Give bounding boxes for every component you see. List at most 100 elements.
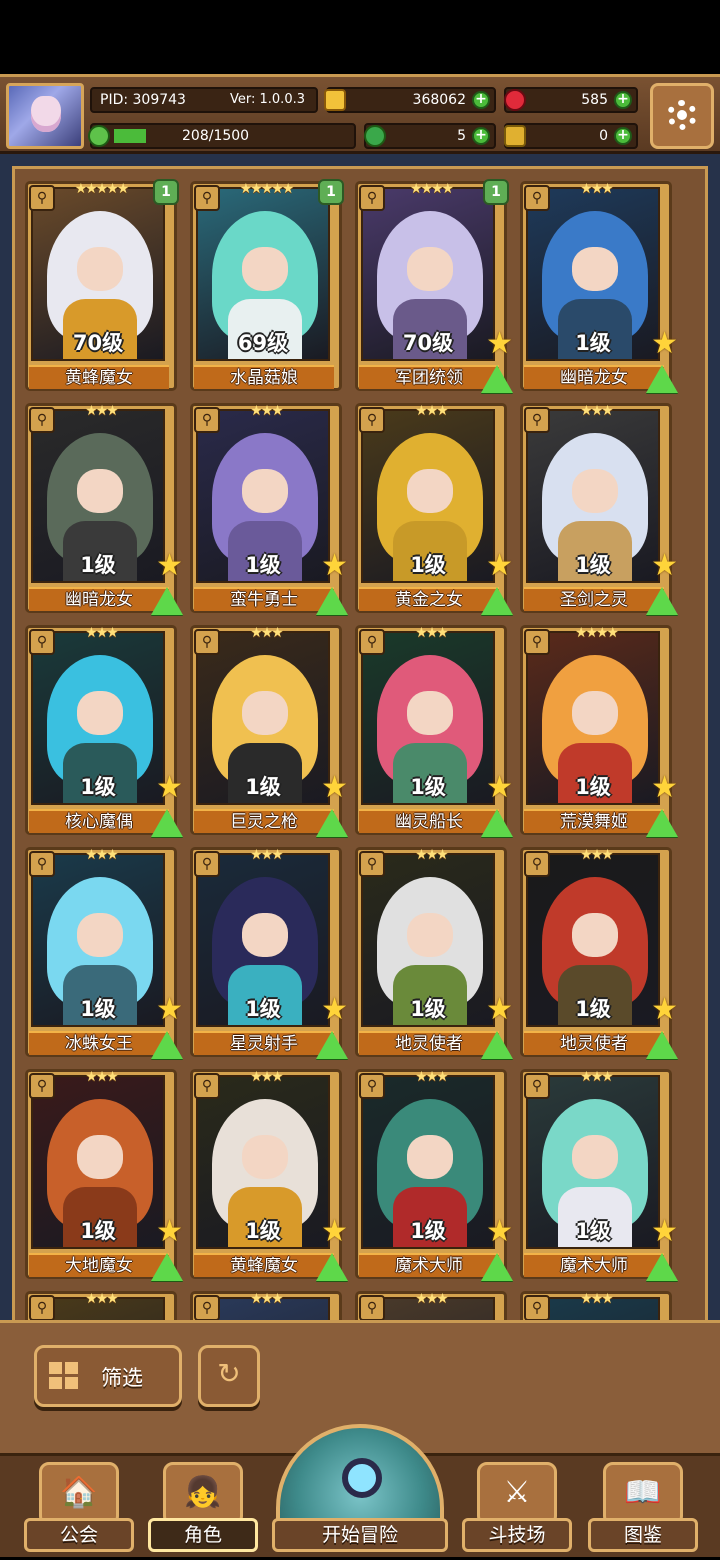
character-level: 1级 <box>245 1219 281 1243</box>
filter-button[interactable]: 筛选 <box>34 1345 182 1407</box>
rarity-stars: ★★★ <box>250 1291 284 1307</box>
character-card[interactable]: ⚲ ★★★ 1级 黄蜂魔女 ★ <box>190 1069 348 1281</box>
star-upgrade-icon: ★ <box>156 1214 183 1249</box>
rarity-stars: ★★★ <box>415 1291 449 1307</box>
portrait-face <box>242 469 288 513</box>
character-card[interactable]: ⚲ ★★★ <box>190 1291 342 1320</box>
upgrade-arrow-icon <box>151 1253 183 1281</box>
portrait-face <box>572 1135 618 1179</box>
character-card[interactable]: ⚲ ★★★ <box>355 1291 507 1320</box>
character-level: 1级 <box>245 997 281 1021</box>
character-card[interactable]: ⚲ ★★★ 1级 幽灵船长 ★ <box>355 625 513 837</box>
nav-codex-label: 图鉴 <box>588 1518 698 1552</box>
settings-button[interactable] <box>650 83 714 149</box>
upgrade-arrow-icon <box>316 1253 348 1281</box>
add-clover-button[interactable]: + <box>472 127 490 145</box>
nav-character[interactable]: 👧 角色 <box>148 1456 258 1560</box>
character-name: 星灵射手 <box>194 1031 334 1055</box>
character-card[interactable]: ⚲ ★★★ 1级 巨灵之枪 ★ <box>190 625 348 837</box>
character-card[interactable]: ⚲ ★★★★ 1 70级 军团统领 ★ <box>355 179 513 393</box>
upgrade-arrow-icon <box>646 1031 678 1059</box>
notification-badge: 1 <box>153 179 179 205</box>
upgrade-arrow-icon <box>481 809 513 837</box>
portrait-face <box>77 247 123 291</box>
character-card[interactable]: ⚲ ★★★ 1级 星灵射手 ★ <box>190 847 348 1059</box>
grid-icon <box>49 1362 79 1390</box>
nav-guild-label: 公会 <box>24 1518 134 1552</box>
upgrade-arrow-icon <box>151 809 183 837</box>
nav-character-label: 角色 <box>148 1518 258 1552</box>
character-level: 1级 <box>245 553 281 577</box>
character-card[interactable]: ⚲ ★★★ 1级 幽暗龙女 ★ <box>25 403 183 615</box>
character-card[interactable]: ⚲ ★★★ 1级 蛮牛勇士 ★ <box>190 403 348 615</box>
key-bar: 0 + <box>504 123 638 149</box>
rarity-stars: ★★★ <box>580 1069 614 1085</box>
upgrade-arrow-icon <box>481 365 513 393</box>
gem-bar: 585 + <box>504 87 638 113</box>
add-gems-button[interactable]: + <box>614 91 632 109</box>
portrait-face <box>407 913 453 957</box>
character-card[interactable]: ⚲ ★★★★★ 1 69级 水晶菇娘 <box>190 179 344 391</box>
character-card[interactable]: ⚲ ★★★ 1级 黄金之女 ★ <box>355 403 513 615</box>
character-name: 冰蛛女王 <box>29 1031 169 1055</box>
portrait-face <box>572 691 618 735</box>
add-keys-button[interactable]: + <box>614 127 632 145</box>
rarity-stars: ★★★ <box>85 847 119 863</box>
character-card[interactable]: ⚲ ★★★ 1级 圣剑之灵 ★ <box>520 403 678 615</box>
character-name: 地灵使者 <box>359 1031 499 1055</box>
character-card[interactable]: ⚲ ★★★ 1级 魔术大师 ★ <box>520 1069 678 1281</box>
character-card[interactable]: ⚲ ★★★ <box>25 1291 177 1320</box>
character-card[interactable]: ⚲ ★★★★ 1级 荒漠舞姬 ★ <box>520 625 678 837</box>
portrait-face <box>572 913 618 957</box>
rarity-stars: ★★★ <box>415 1069 449 1085</box>
star-upgrade-icon: ★ <box>651 770 678 805</box>
character-name: 魔术大师 <box>524 1253 664 1277</box>
character-card[interactable]: ⚲ ★★★ 1级 核心魔偶 ★ <box>25 625 183 837</box>
character-level: 1级 <box>80 775 116 799</box>
refresh-button[interactable]: ↻ <box>198 1345 260 1407</box>
nav-guild[interactable]: 🏠 公会 <box>24 1456 134 1560</box>
player-avatar[interactable] <box>6 83 84 149</box>
character-name: 圣剑之灵 <box>524 587 664 611</box>
character-card[interactable]: ⚲ ★★★★★ 1 70级 黄蜂魔女 <box>25 179 179 391</box>
portrait-face <box>242 913 288 957</box>
rarity-stars: ★★★ <box>250 625 284 641</box>
character-card[interactable]: ⚲ ★★★ 1级 魔术大师 ★ <box>355 1069 513 1281</box>
character-card[interactable]: ⚲ ★★★ <box>520 1291 672 1320</box>
character-level: 1级 <box>575 775 611 799</box>
upgrade-arrow-icon <box>151 1031 183 1059</box>
upgrade-arrow-icon <box>646 365 678 393</box>
rarity-stars: ★★★ <box>85 1291 119 1307</box>
portrait-face <box>572 247 618 291</box>
character-level: 1级 <box>575 553 611 577</box>
star-upgrade-icon: ★ <box>651 1214 678 1249</box>
nav-codex[interactable]: 📖 图鉴 <box>588 1456 698 1560</box>
add-gold-button[interactable]: + <box>472 91 490 109</box>
star-upgrade-icon: ★ <box>486 770 513 805</box>
character-level: 70级 <box>72 331 124 355</box>
upgrade-arrow-icon <box>481 1031 513 1059</box>
character-name: 幽暗龙女 <box>29 587 169 611</box>
player-id: PID: 309743 <box>100 92 186 108</box>
character-card[interactable]: ⚲ ★★★ 1级 大地魔女 ★ <box>25 1069 183 1281</box>
upgrade-arrow-icon <box>646 587 678 615</box>
star-upgrade-icon: ★ <box>156 548 183 583</box>
rarity-stars: ★★★ <box>250 847 284 863</box>
notification-badge: 1 <box>318 179 344 205</box>
character-card[interactable]: ⚲ ★★★ 1级 地灵使者 ★ <box>355 847 513 1059</box>
star-upgrade-icon: ★ <box>156 770 183 805</box>
nav-adventure[interactable]: 开始冒险 <box>272 1456 448 1560</box>
character-card[interactable]: ⚲ ★★★ 1级 幽暗龙女 ★ <box>520 181 678 393</box>
player-info-bar: PID: 309743 Ver: 1.0.0.3 <box>90 87 318 113</box>
character-card[interactable]: ⚲ ★★★ 1级 地灵使者 ★ <box>520 847 678 1059</box>
nav-arena[interactable]: ⚔ 斗技场 <box>462 1456 572 1560</box>
portrait-face <box>407 469 453 513</box>
rarity-stars: ★★★ <box>250 1069 284 1085</box>
character-grid[interactable]: ⚲ ★★★ ★ ★ 1 70级 黄蜂魔女 ⚲ ★★★ ★ ★ 1 69级 水晶菇娘 ⚲ ★★★ ★ 1 70级 军团统… <box>12 166 708 1320</box>
upgrade-arrow-icon <box>316 1031 348 1059</box>
stamina-bar: 208/1500 <box>88 123 356 149</box>
star-upgrade-icon: ★ <box>651 992 678 1027</box>
portrait-face <box>407 691 453 735</box>
character-card[interactable]: ⚲ ★★★ 1级 冰蛛女王 ★ <box>25 847 183 1059</box>
rarity-stars: ★★★ <box>580 847 614 863</box>
